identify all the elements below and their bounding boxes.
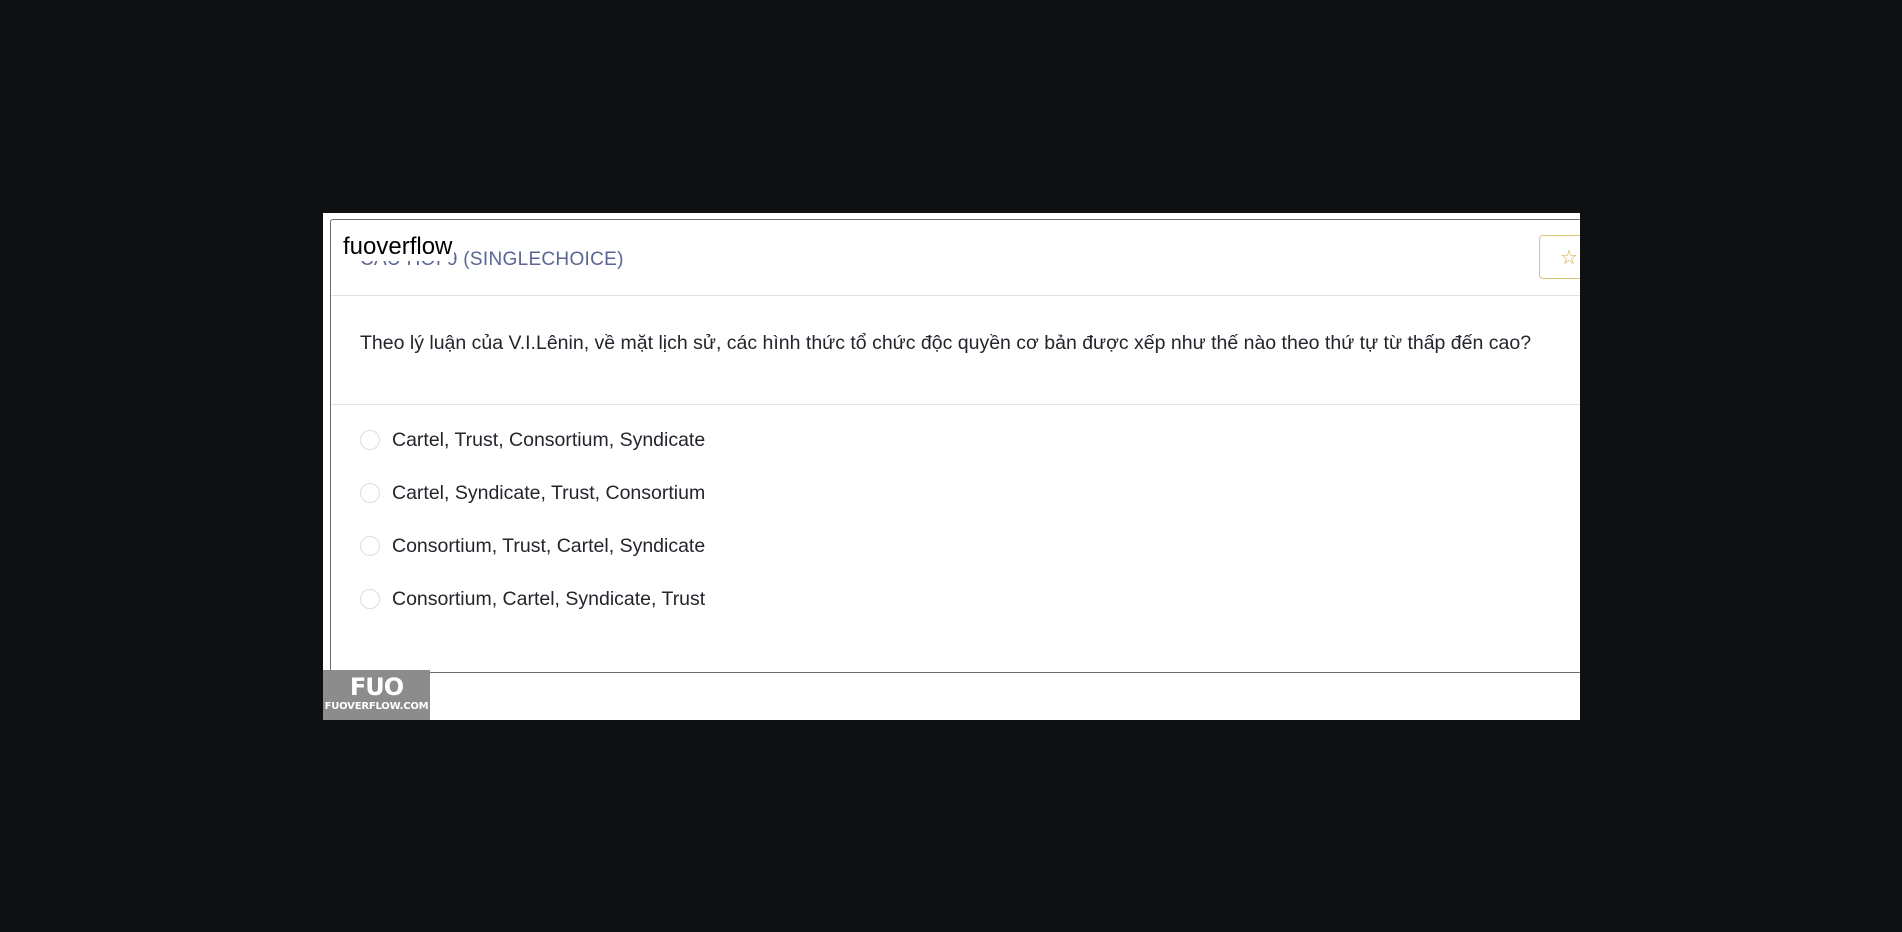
star-icon: ☆ bbox=[1560, 247, 1578, 269]
answer-option-label: Cartel, Trust, Consortium, Syndicate bbox=[392, 428, 706, 451]
quiz-screen: CÂU HỎI 9 (SINGLECHOICE) fuoverflow ☆ Th… bbox=[323, 213, 1580, 720]
logo-mark: FUO bbox=[349, 673, 404, 701]
watermark-label: fuoverflow bbox=[341, 233, 455, 261]
favorite-button[interactable]: ☆ bbox=[1539, 235, 1580, 279]
question-card: CÂU HỎI 9 (SINGLECHOICE) fuoverflow ☆ Th… bbox=[330, 219, 1580, 673]
answer-option-label: Cartel, Syndicate, Trust, Consortium bbox=[392, 481, 706, 504]
answer-option-label: Consortium, Trust, Cartel, Syndicate bbox=[392, 534, 706, 557]
question-block: Theo lý luận của V.I.Lênin, về mặt lịch … bbox=[331, 296, 1580, 405]
answer-option-d[interactable]: Consortium, Cartel, Syndicate, Trust bbox=[360, 587, 705, 611]
answer-option-label: Consortium, Cartel, Syndicate, Trust bbox=[392, 587, 706, 610]
radio-button[interactable] bbox=[360, 589, 380, 609]
answer-option-b[interactable]: Cartel, Syndicate, Trust, Consortium bbox=[360, 481, 705, 505]
radio-button[interactable] bbox=[360, 483, 380, 503]
fuoverflow-logo: FUO FUOVERFLOW.COM bbox=[323, 670, 430, 720]
answer-options: Cartel, Trust, Consortium, Syndicate Car… bbox=[360, 428, 705, 640]
answer-option-c[interactable]: Consortium, Trust, Cartel, Syndicate bbox=[360, 534, 705, 558]
card-header: CÂU HỎI 9 (SINGLECHOICE) fuoverflow ☆ bbox=[331, 220, 1580, 296]
logo-url: FUOVERFLOW.COM bbox=[324, 701, 429, 712]
answer-option-a[interactable]: Cartel, Trust, Consortium, Syndicate bbox=[360, 428, 705, 452]
question-text: Theo lý luận của V.I.Lênin, về mặt lịch … bbox=[360, 332, 1532, 354]
radio-button[interactable] bbox=[360, 430, 380, 450]
radio-button[interactable] bbox=[360, 536, 380, 556]
